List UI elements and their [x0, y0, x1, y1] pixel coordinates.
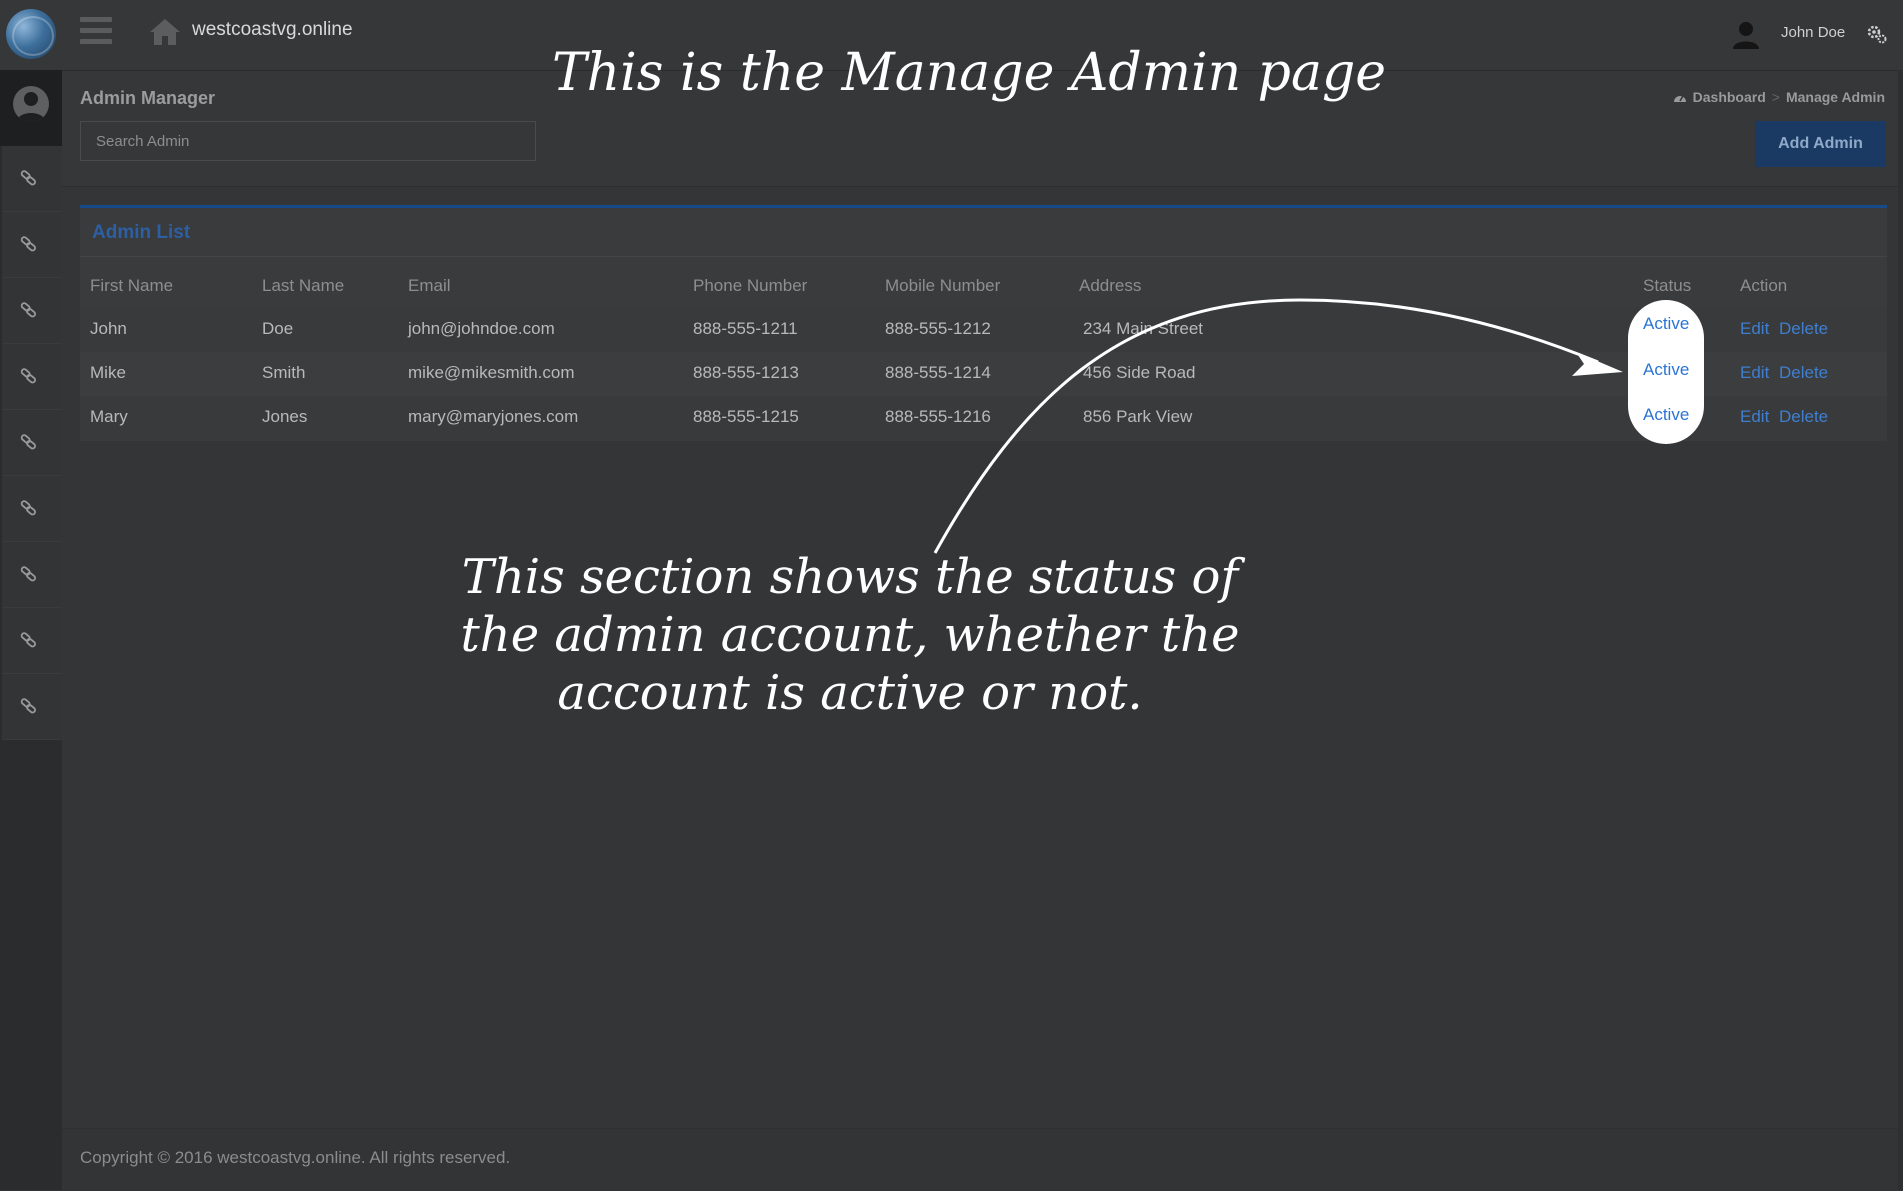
search-input[interactable]	[80, 121, 536, 161]
link-icon	[20, 566, 36, 582]
table-row: John Doe john@johndoe.com 888-555-1211 8…	[80, 308, 1887, 352]
cell-mobile: 888-555-1212	[885, 319, 991, 338]
link-icon	[20, 632, 36, 648]
globe-logo-ring	[12, 16, 54, 56]
admin-list-panel: Admin List First Name Last Name Email Ph…	[80, 205, 1887, 441]
annotation-title: This is the Manage Admin page	[552, 43, 1387, 103]
panel-title: Admin List	[92, 222, 191, 243]
cell-last-name: Smith	[262, 363, 306, 382]
settings-gear-icon[interactable]	[1866, 23, 1888, 45]
site-name[interactable]: westcoastvg.online	[192, 19, 353, 41]
sidebar-item-5[interactable]	[2, 410, 62, 476]
link-icon	[20, 302, 36, 318]
breadcrumb: Dashboard > Manage Admin	[1673, 89, 1885, 105]
link-icon	[20, 500, 36, 516]
breadcrumb-current: Manage Admin	[1785, 89, 1885, 105]
dashboard-icon	[1673, 95, 1686, 102]
delete-link[interactable]: Delete	[1779, 319, 1828, 339]
sidebar-item-2[interactable]	[2, 212, 62, 278]
cell-address: 456 Side Road	[1083, 363, 1196, 382]
column-header-mobile[interactable]: Mobile Number	[885, 276, 1000, 296]
link-icon	[20, 698, 36, 714]
home-icon[interactable]	[148, 16, 182, 48]
cell-email: mike@mikesmith.com	[408, 363, 575, 382]
column-header-first-name[interactable]: First Name	[90, 276, 173, 296]
cell-phone: 888-555-1213	[693, 363, 799, 382]
table-row: Mary Jones mary@maryjones.com 888-555-12…	[80, 396, 1887, 440]
cell-phone: 888-555-1215	[693, 407, 799, 426]
edit-link[interactable]: Edit	[1740, 363, 1769, 383]
breadcrumb-separator: >	[1771, 89, 1780, 105]
column-header-action: Action	[1740, 276, 1788, 295]
delete-link[interactable]: Delete	[1779, 363, 1828, 383]
delete-link[interactable]: Delete	[1779, 407, 1828, 427]
link-icon	[20, 170, 36, 186]
sidebar-item-1[interactable]	[2, 146, 62, 212]
sidebar-item-3[interactable]	[2, 278, 62, 344]
column-header-phone[interactable]: Phone Number	[693, 276, 807, 296]
menu-toggle-icon[interactable]	[80, 17, 112, 45]
link-icon	[20, 236, 36, 252]
cell-first-name: Mary	[90, 407, 128, 426]
cell-last-name: Jones	[262, 407, 308, 426]
status-link[interactable]: Active	[1643, 360, 1689, 380]
sidebar-item-7[interactable]	[2, 542, 62, 608]
scrollbar-track[interactable]	[1898, 70, 1903, 1190]
sidebar-item-4[interactable]	[2, 344, 62, 410]
cell-email: mary@maryjones.com	[408, 407, 579, 426]
column-header-email[interactable]: Email	[408, 276, 451, 296]
breadcrumb-dashboard[interactable]: Dashboard	[1693, 89, 1766, 105]
add-admin-button[interactable]: Add Admin	[1755, 121, 1886, 167]
column-header-status[interactable]: Status	[1643, 276, 1691, 296]
panel-divider	[80, 256, 1887, 257]
copyright-text: Copyright © 2016 westcoastvg.online. All…	[80, 1148, 511, 1167]
sidebar-menu	[2, 146, 62, 740]
cell-mobile: 888-555-1216	[885, 407, 991, 426]
column-header-last-name[interactable]: Last Name	[262, 276, 344, 296]
cell-last-name: Doe	[262, 319, 294, 338]
profile-avatar	[13, 86, 49, 122]
page-heading: Admin Manager	[80, 88, 216, 108]
cell-first-name: John	[90, 319, 127, 338]
edit-link[interactable]: Edit	[1740, 407, 1769, 427]
table-row: Mike Smith mike@mikesmith.com 888-555-12…	[80, 352, 1887, 396]
sidebar-profile[interactable]	[0, 70, 62, 146]
sidebar-item-8[interactable]	[2, 608, 62, 674]
status-link[interactable]: Active	[1643, 314, 1689, 334]
sidebar-item-9[interactable]	[2, 674, 62, 740]
annotation-body: This section shows the status of the adm…	[460, 549, 1240, 721]
cell-mobile: 888-555-1214	[885, 363, 991, 382]
cell-phone: 888-555-1211	[693, 319, 798, 338]
cell-address: 234 Main Street	[1083, 319, 1204, 338]
sidebar	[0, 70, 62, 1190]
cell-address: 856 Park View	[1083, 407, 1193, 426]
cell-first-name: Mike	[90, 363, 126, 382]
user-name[interactable]: John Doe	[1781, 24, 1845, 41]
user-avatar-icon[interactable]	[1730, 18, 1762, 50]
link-icon	[20, 434, 36, 450]
edit-link[interactable]: Edit	[1740, 319, 1769, 339]
status-link[interactable]: Active	[1643, 405, 1689, 425]
column-header-address[interactable]: Address	[1079, 276, 1141, 296]
cell-email: john@johndoe.com	[408, 319, 555, 338]
link-icon	[20, 368, 36, 384]
sidebar-item-6[interactable]	[2, 476, 62, 542]
